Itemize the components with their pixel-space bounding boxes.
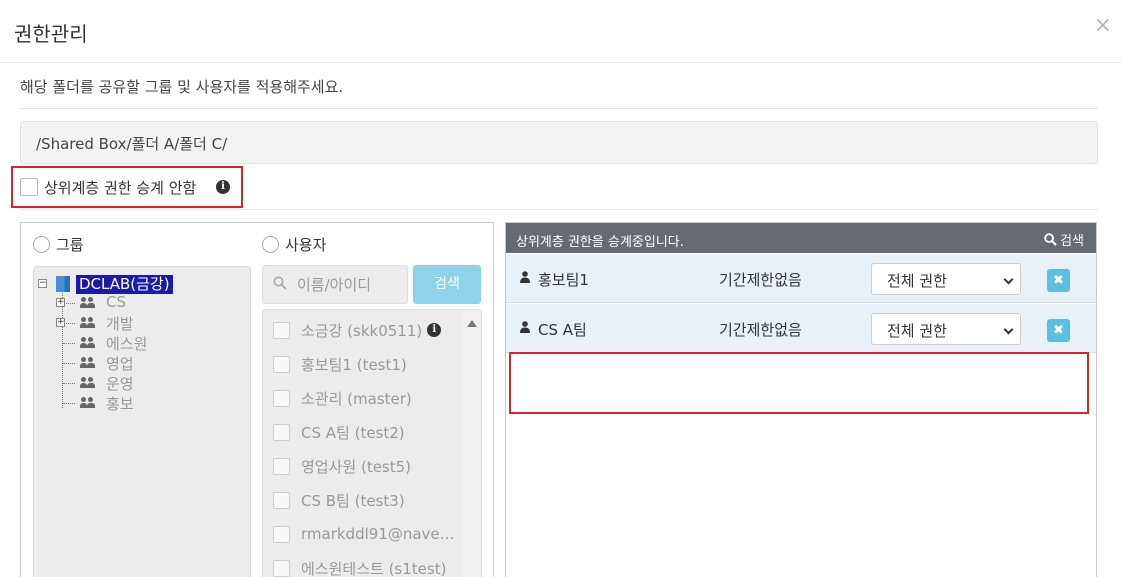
search-icon bbox=[273, 276, 287, 290]
user-radio[interactable] bbox=[262, 236, 279, 253]
user-name: 소관리 (master) bbox=[301, 389, 412, 408]
permission-select-value: 전체 권한 bbox=[887, 272, 947, 290]
group-icon bbox=[80, 397, 96, 409]
user-search-button[interactable]: 검색 bbox=[413, 265, 481, 304]
user-list: 소금강 (skk0511) i 홍보팀1 (test1) 소관리 (master)… bbox=[262, 309, 482, 577]
person-icon bbox=[520, 321, 530, 333]
remove-button[interactable]: ✖ bbox=[1047, 269, 1070, 292]
group-icon bbox=[80, 357, 96, 369]
user-name: CS A팀 (test2) bbox=[301, 423, 405, 442]
permission-period: 기간제한없음 bbox=[719, 271, 802, 289]
permission-panel-header: 상위계층 권한을 승계중입니다. 검색 bbox=[506, 223, 1096, 253]
user-checkbox[interactable] bbox=[273, 355, 290, 373]
user-radio-label: 사용자 bbox=[285, 236, 327, 254]
permission-select[interactable]: 전체 권한 bbox=[871, 313, 1021, 345]
list-item[interactable]: 에스원테스트 (s1test) bbox=[273, 557, 446, 577]
modal-title: 권한관리 bbox=[14, 22, 88, 46]
permission-search-button[interactable]: 검색 bbox=[1044, 230, 1084, 249]
list-item[interactable]: CS A팀 (test2) bbox=[273, 421, 405, 443]
selection-panel: 그룹 사용자 − DCLAB(금강) + CS + 개발 에스원 영업 운영 홍… bbox=[20, 222, 494, 577]
divider bbox=[20, 108, 1098, 109]
permission-header-text: 상위계층 권한을 승계중입니다. bbox=[516, 235, 684, 250]
user-name: 에스원테스트 (s1test) bbox=[301, 559, 447, 577]
user-checkbox[interactable] bbox=[273, 389, 290, 407]
divider bbox=[20, 209, 1098, 210]
tree-item-label: 홍보 bbox=[106, 395, 134, 413]
group-radio[interactable] bbox=[33, 236, 50, 253]
description-text: 해당 폴더를 공유할 그룹 및 사용자를 적용해주세요. bbox=[20, 78, 344, 96]
user-name: rmarkddl91@nave… bbox=[301, 525, 455, 543]
user-checkbox[interactable] bbox=[273, 423, 290, 441]
inherit-option-highlight: 상위계층 권한 승계 안함 i bbox=[11, 166, 243, 208]
list-item[interactable]: 홍보팀1 (test1) bbox=[273, 353, 407, 375]
group-icon bbox=[80, 337, 96, 349]
group-tree: − DCLAB(금강) + CS + 개발 에스원 영업 운영 홍보 bbox=[33, 266, 251, 577]
permission-target-name: 홍보팀1 bbox=[538, 271, 589, 289]
scrollbar[interactable] bbox=[462, 310, 481, 577]
user-checkbox[interactable] bbox=[273, 559, 290, 577]
user-checkbox[interactable] bbox=[273, 457, 290, 475]
tree-item-label: 개발 bbox=[106, 315, 134, 333]
group-radio-label: 그룹 bbox=[56, 236, 84, 254]
info-icon[interactable]: i bbox=[216, 180, 230, 194]
group-icon bbox=[80, 317, 96, 329]
list-item[interactable]: 영업사원 (test5) bbox=[273, 455, 411, 477]
person-icon bbox=[520, 271, 530, 283]
empty-area-highlight bbox=[509, 352, 1089, 414]
inherit-checkbox[interactable] bbox=[20, 178, 38, 196]
permission-select[interactable]: 전체 권한 bbox=[871, 263, 1021, 295]
user-checkbox[interactable] bbox=[273, 491, 290, 509]
info-icon[interactable]: i bbox=[427, 323, 442, 337]
folder-path: /Shared Box/폴더 A/폴더 C/ bbox=[20, 121, 1098, 164]
tree-item-label: 운영 bbox=[106, 375, 134, 393]
list-item[interactable]: 소금강 (skk0511) i bbox=[273, 319, 442, 341]
search-icon bbox=[1044, 233, 1057, 246]
user-name: 영업사원 (test5) bbox=[301, 457, 412, 476]
permission-select-value: 전체 권한 bbox=[887, 322, 947, 340]
user-checkbox[interactable] bbox=[273, 321, 290, 339]
user-name: CS B팀 (test3) bbox=[301, 491, 405, 510]
group-icon bbox=[80, 377, 96, 389]
user-name: 홍보팀1 (test1) bbox=[301, 355, 407, 374]
remove-button[interactable]: ✖ bbox=[1047, 319, 1070, 342]
table-row: 홍보팀1 기간제한없음 전체 권한 ✖ bbox=[506, 254, 1096, 303]
user-search-box bbox=[262, 265, 408, 304]
tree-item-label: 영업 bbox=[106, 355, 134, 373]
list-item[interactable]: CS B팀 (test3) bbox=[273, 489, 405, 511]
table-row: CS A팀 기간제한없음 전체 권한 ✖ bbox=[506, 304, 1096, 353]
tree-item-label: 에스원 bbox=[106, 335, 148, 353]
permission-panel: 상위계층 권한을 승계중입니다. 검색 홍보팀1 기간제한없음 전체 권한 ✖ … bbox=[505, 222, 1097, 577]
expand-icon[interactable]: + bbox=[56, 318, 65, 327]
group-icon bbox=[80, 297, 96, 309]
user-name: 소금강 (skk0511) bbox=[301, 321, 423, 340]
tree-root-label: DCLAB(금강) bbox=[76, 274, 173, 294]
scroll-up-icon[interactable] bbox=[467, 320, 477, 327]
permission-target-name: CS A팀 bbox=[538, 321, 587, 339]
close-icon[interactable]: × bbox=[1094, 14, 1112, 38]
tree-item-label: CS bbox=[106, 293, 126, 311]
permission-period: 기간제한없음 bbox=[719, 321, 802, 339]
inherit-label: 상위계층 권한 승계 안함 bbox=[44, 179, 197, 197]
tree-connector bbox=[62, 293, 63, 408]
modal-header: 권한관리 × bbox=[0, 0, 1122, 63]
collapse-icon[interactable]: − bbox=[38, 279, 47, 288]
expand-icon[interactable]: + bbox=[56, 298, 65, 307]
tree-root[interactable]: − DCLAB(금강) bbox=[38, 274, 173, 294]
list-item[interactable]: 소관리 (master) bbox=[273, 387, 412, 409]
list-item[interactable]: rmarkddl91@nave… bbox=[273, 523, 455, 545]
user-checkbox[interactable] bbox=[273, 525, 290, 543]
chevron-down-icon bbox=[1003, 274, 1014, 285]
chevron-down-icon bbox=[1003, 324, 1014, 335]
building-icon bbox=[56, 276, 70, 292]
permission-search-label: 검색 bbox=[1060, 234, 1084, 249]
user-search-input[interactable] bbox=[297, 266, 405, 303]
